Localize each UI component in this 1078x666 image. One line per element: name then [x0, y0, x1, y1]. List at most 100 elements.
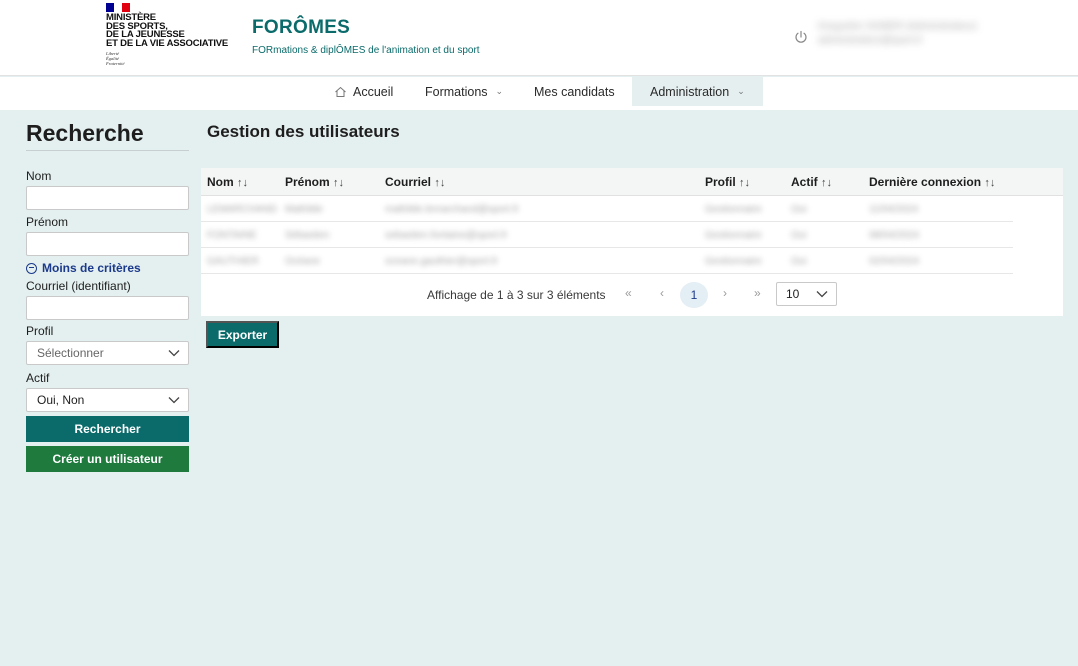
- actif-value: Oui, Non: [37, 393, 85, 407]
- profil-label: Profil: [26, 324, 54, 338]
- table-header: Nom ↑↓ Prénom ↑↓ Courriel ↑↓ Profil ↑↓ A…: [201, 168, 1063, 196]
- table-row[interactable]: GAUTHIER Océane oceane.gauthier@sport.fr…: [201, 248, 1013, 274]
- user-name: Kerguelen SOMER (Administrateur): [818, 21, 977, 32]
- sort-icon: ↑↓: [821, 177, 833, 189]
- chevron-down-icon: [816, 291, 828, 298]
- column-header-prenom[interactable]: Prénom ↑↓: [285, 175, 344, 189]
- cell-derniere-connexion: 02/04/2024: [869, 256, 920, 267]
- cell-profil: Gestionnaire: [705, 256, 762, 267]
- table-row[interactable]: LEMARCHAND Mathilde mathilde.lemarchand@…: [201, 196, 1013, 222]
- cell-prenom: Océane: [285, 256, 321, 267]
- search-button[interactable]: Rechercher: [26, 416, 189, 442]
- chevron-down-icon: [168, 397, 180, 404]
- cell-profil: Gestionnaire: [705, 230, 762, 241]
- cell-actif: Oui: [791, 230, 807, 241]
- actif-select[interactable]: Oui, Non: [26, 388, 189, 412]
- column-header-profil[interactable]: Profil ↑↓: [705, 175, 750, 189]
- sort-icon: ↑↓: [984, 177, 996, 189]
- sidebar-title: Recherche: [26, 120, 189, 151]
- column-label: Courriel: [385, 175, 432, 189]
- column-label: Dernière connexion: [869, 175, 982, 189]
- create-user-button[interactable]: Créer un utilisateur: [26, 446, 189, 472]
- cell-nom: LEMARCHAND: [207, 204, 278, 215]
- nav-item-administration[interactable]: Administration ⌄: [632, 77, 763, 106]
- ministry-logo[interactable]: Ministère des Sports, de la Jeunesse et …: [106, 3, 236, 66]
- column-label: Prénom: [285, 175, 330, 189]
- power-icon[interactable]: [793, 29, 809, 45]
- cell-prenom: Sébastien: [285, 230, 330, 241]
- site-header: Ministère des Sports, de la Jeunesse et …: [0, 0, 1078, 76]
- sort-icon: ↑↓: [434, 177, 446, 189]
- less-criteria-toggle[interactable]: Moins de critères: [26, 261, 141, 275]
- last-page-icon[interactable]: »: [754, 286, 761, 300]
- main-nav: Accueil Formations ⌄ Mes candidats Admin…: [0, 77, 1078, 110]
- cell-actif: Oui: [791, 204, 807, 215]
- nav-label: Mes candidats: [534, 84, 615, 99]
- courriel-label: Courriel (identifiant): [26, 279, 131, 293]
- column-header-nom[interactable]: Nom ↑↓: [207, 175, 248, 189]
- page-size-value: 10: [786, 287, 800, 301]
- nav-item-mes-candidats[interactable]: Mes candidats: [534, 77, 615, 106]
- nom-label: Nom: [26, 169, 52, 183]
- profil-placeholder: Sélectionner: [37, 346, 104, 360]
- flag-blue: [106, 3, 114, 12]
- motto-line: Fraternité: [106, 61, 125, 67]
- brand-name: FORÔMES: [252, 17, 351, 38]
- users-table: Nom ↑↓ Prénom ↑↓ Courriel ↑↓ Profil ↑↓ A…: [201, 168, 1063, 316]
- sort-icon: ↑↓: [333, 177, 345, 189]
- column-header-courriel[interactable]: Courriel ↑↓: [385, 175, 445, 189]
- home-icon: [335, 86, 346, 97]
- sort-icon: ↑↓: [237, 177, 249, 189]
- brand-tagline: FORmations & diplÔMES de l'animation et …: [252, 45, 480, 56]
- chevron-down-icon: ⌄: [495, 86, 504, 96]
- cell-derniere-connexion: 08/04/2024: [869, 230, 920, 241]
- first-page-icon[interactable]: «: [625, 286, 632, 300]
- pagination-summary: Affichage de 1 à 3 sur 3 éléments: [427, 288, 606, 302]
- page-1-button[interactable]: 1: [680, 282, 708, 308]
- nav-item-formations[interactable]: Formations ⌄: [425, 77, 503, 106]
- column-header-actif[interactable]: Actif ↑↓: [791, 175, 832, 189]
- nav-label: Formations: [425, 84, 488, 99]
- page-size-select[interactable]: 10: [776, 282, 837, 306]
- ministry-line: et de la Vie Associative: [106, 37, 229, 49]
- flag-icon: [106, 3, 130, 12]
- brand[interactable]: FORÔMES FORmations & diplÔMES de l'anima…: [252, 17, 480, 56]
- profil-select[interactable]: Sélectionner: [26, 341, 189, 365]
- nom-input[interactable]: [26, 186, 189, 210]
- search-sidebar: Recherche: [26, 120, 189, 151]
- flag-red: [122, 3, 130, 12]
- table-row[interactable]: FONTAINE Sébastien sebastien.fontaine@sp…: [201, 222, 1013, 248]
- export-button[interactable]: Exporter: [206, 321, 279, 348]
- nav-label: Accueil: [353, 84, 394, 99]
- user-email: administrateur@sport.fr: [818, 35, 923, 46]
- page-title: Gestion des utilisateurs: [207, 122, 400, 141]
- cell-courriel: oceane.gauthier@sport.fr: [385, 256, 498, 267]
- chevron-down-icon: [168, 350, 180, 357]
- column-label: Nom: [207, 175, 234, 189]
- nav-label: Administration: [650, 84, 730, 99]
- motto: Liberté Égalité Fraternité: [106, 51, 236, 66]
- less-criteria-label: Moins de critères: [42, 261, 141, 275]
- cell-courriel: mathilde.lemarchand@sport.fr: [385, 204, 520, 215]
- ministry-name: Ministère des Sports, de la Jeunesse et …: [106, 13, 236, 49]
- pagination: Affichage de 1 à 3 sur 3 éléments « ‹ 1 …: [201, 278, 1063, 308]
- user-info: Kerguelen SOMER (Administrateur) adminis…: [818, 20, 1008, 52]
- minus-circle-icon: [26, 262, 37, 274]
- nav-item-accueil[interactable]: Accueil: [334, 77, 393, 106]
- cell-derniere-connexion: 11/04/2024: [869, 204, 919, 215]
- cell-nom: FONTAINE: [207, 230, 257, 241]
- cell-nom: GAUTHIER: [207, 256, 259, 267]
- column-label: Profil: [705, 175, 736, 189]
- flag-white: [114, 3, 122, 12]
- cell-profil: Gestionnaire: [705, 204, 762, 215]
- prenom-input[interactable]: [26, 232, 189, 256]
- prenom-label: Prénom: [26, 215, 69, 229]
- sort-icon: ↑↓: [739, 177, 751, 189]
- courriel-input[interactable]: [26, 296, 189, 320]
- prev-page-icon[interactable]: ‹: [660, 286, 664, 300]
- column-label: Actif: [791, 175, 818, 189]
- next-page-icon[interactable]: ›: [723, 286, 727, 300]
- column-header-derniere-connexion[interactable]: Dernière connexion ↑↓: [869, 175, 995, 189]
- cell-courriel: sebastien.fontaine@sport.fr: [385, 230, 508, 241]
- actif-label: Actif: [26, 371, 50, 385]
